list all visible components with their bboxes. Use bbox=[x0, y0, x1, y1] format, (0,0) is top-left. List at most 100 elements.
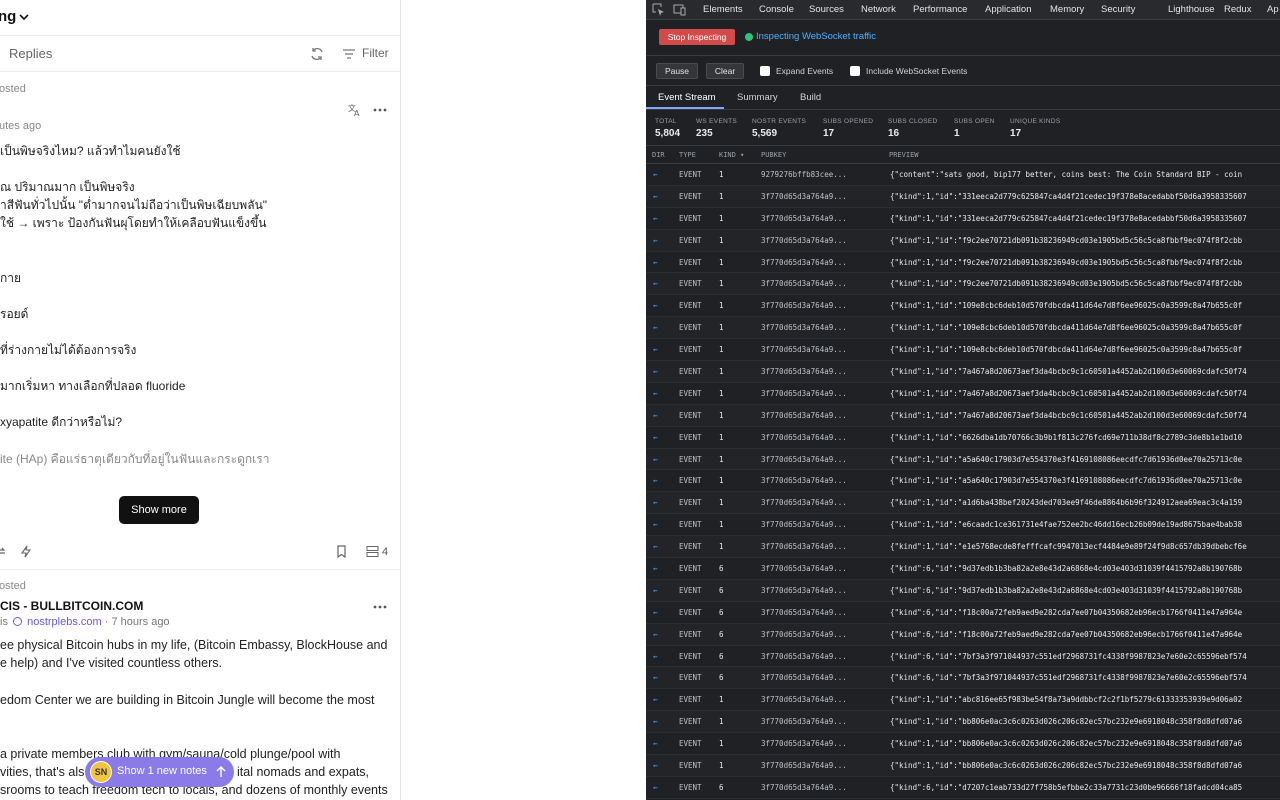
post-text-line: vities, that's als bbox=[0, 765, 85, 779]
event-row[interactable]: ← EVENT 1 3f770d65d3a764a9... {"kind":1,"id"… bbox=[646, 470, 1280, 493]
event-row[interactable]: ← EVENT 1 3f770d65d3a764a9... {"kind":1,"id"… bbox=[646, 755, 1280, 777]
clear-button[interactable]: Clear bbox=[706, 63, 744, 79]
tab-replies[interactable]: Replies bbox=[9, 46, 52, 61]
devtools-panel: Elements Console Sources Network Perform… bbox=[646, 0, 1280, 800]
event-row[interactable]: ← EVENT 1 3f770d65d3a764a9... {"kind":1,"id"… bbox=[646, 317, 1280, 340]
event-row[interactable]: ← EVENT 1 3f770d65d3a764a9... {"kind":1,"id"… bbox=[646, 339, 1280, 362]
tab-sources[interactable]: Sources bbox=[809, 4, 844, 15]
event-preview: {"kind":1,"id":"f9c2ee70721db091b3823694… bbox=[890, 257, 1243, 267]
col-preview[interactable]: PREVIEW bbox=[889, 151, 919, 159]
event-preview: {"kind":6,"id":"7bf3a3f971044937c551edf2… bbox=[890, 673, 1247, 683]
event-row[interactable]: ← EVENT 1 3f770d65d3a764a9... {"kind":1,"id"… bbox=[646, 404, 1280, 427]
event-row[interactable]: ← EVENT 1 3f770d65d3a764a9... {"kind":1,"id"… bbox=[646, 252, 1280, 274]
thread-icon[interactable] bbox=[366, 545, 379, 558]
direction-icon: ← bbox=[653, 782, 658, 792]
more-options-icon[interactable] bbox=[373, 605, 387, 609]
direction-icon: ← bbox=[653, 673, 658, 683]
event-preview: {"kind":1,"id":"109e8cbc6deb10d570fdbcda… bbox=[890, 323, 1243, 333]
translate-icon[interactable]: 文A bbox=[348, 103, 362, 117]
event-kind: 1 bbox=[719, 257, 724, 267]
tab-summary[interactable]: Summary bbox=[737, 92, 778, 103]
svg-text:A: A bbox=[354, 109, 360, 117]
event-row[interactable]: ← EVENT 6 3f770d65d3a764a9... {"kind":6,"id"… bbox=[646, 623, 1280, 646]
event-row[interactable]: ← EVENT 1 3f770d65d3a764a9... {"kind":1,"id"… bbox=[646, 427, 1280, 449]
tab-overflow[interactable]: Ap bbox=[1267, 4, 1279, 15]
event-row[interactable]: ← EVENT 1 3f770d65d3a764a9... {"kind":1,"id"… bbox=[646, 492, 1280, 515]
tab-elements[interactable]: Elements bbox=[703, 4, 743, 15]
stat-label: SUBS CLOSED bbox=[888, 118, 938, 125]
event-pubkey: 3f770d65d3a764a9... bbox=[761, 695, 847, 705]
more-options-icon[interactable] bbox=[373, 108, 387, 112]
zap-icon[interactable] bbox=[20, 545, 33, 558]
event-row[interactable]: ← EVENT 6 3f770d65d3a764a9... {"kind":6,"id"… bbox=[646, 667, 1280, 690]
event-row[interactable]: ← EVENT 1 3f770d65d3a764a9... {"kind":1,"id"… bbox=[646, 208, 1280, 230]
tab-event-stream[interactable]: Event Stream bbox=[658, 92, 716, 103]
event-row[interactable]: ← EVENT 1 3f770d65d3a764a9... {"kind":1,"id"… bbox=[646, 229, 1280, 252]
event-row[interactable]: ← EVENT 6 3f770d65d3a764a9... {"kind":6,"id"… bbox=[646, 602, 1280, 624]
event-row[interactable]: ← EVENT 1 3f770d65d3a764a9... {"kind":1,"id"… bbox=[646, 514, 1280, 537]
device-toggle-icon[interactable] bbox=[673, 3, 686, 16]
event-row[interactable]: ← EVENT 1 3f770d65d3a764a9... {"kind":1,"id"… bbox=[646, 536, 1280, 559]
tab-lighthouse[interactable]: Lighthouse bbox=[1168, 4, 1214, 15]
bookmark-icon[interactable] bbox=[335, 545, 348, 558]
event-kind: 1 bbox=[719, 717, 724, 727]
event-row[interactable]: ← EVENT 1 3f770d65d3a764a9... {"kind":1,"id"… bbox=[646, 295, 1280, 318]
col-kind[interactable]: KIND ▾ bbox=[719, 151, 744, 159]
direction-icon: ← bbox=[653, 213, 658, 223]
tab-application[interactable]: Application bbox=[985, 4, 1031, 15]
tab-memory[interactable]: Memory bbox=[1050, 4, 1084, 15]
subtabs: Event Stream Summary Build bbox=[646, 86, 1280, 110]
expand-events-checkbox[interactable] bbox=[760, 66, 770, 76]
event-type: EVENT bbox=[679, 323, 702, 333]
tab-performance[interactable]: Performance bbox=[913, 4, 967, 15]
event-row[interactable]: ← EVENT 1 3f770d65d3a764a9... {"kind":1,"id"… bbox=[646, 383, 1280, 405]
col-dir[interactable]: DIR bbox=[652, 151, 665, 159]
filter-button[interactable]: Filter bbox=[362, 46, 389, 60]
stat-label: TOTAL bbox=[655, 118, 677, 125]
filter-icon[interactable] bbox=[342, 47, 356, 61]
tab-console[interactable]: Console bbox=[759, 4, 794, 15]
direction-icon: ← bbox=[653, 564, 658, 574]
event-pubkey: 3f770d65d3a764a9... bbox=[761, 782, 847, 792]
stat-value: 1 bbox=[954, 128, 960, 139]
post-text-line: เป็นพิษจริงไหม? แล้วทำไมคนยังใช้ bbox=[0, 144, 181, 158]
event-kind: 1 bbox=[719, 170, 724, 179]
feed-title[interactable]: ng bbox=[0, 8, 16, 25]
nip05-link[interactable]: nostrplebs.com bbox=[27, 616, 102, 628]
show-new-notes-button[interactable]: SN Show 1 new notes bbox=[85, 757, 234, 787]
event-row[interactable]: ← EVENT 6 3f770d65d3a764a9... {"kind":6,"id"… bbox=[646, 579, 1280, 602]
event-pubkey: 3f770d65d3a764a9... bbox=[761, 564, 847, 574]
event-row[interactable]: ← EVENT 1 3f770d65d3a764a9... {"kind":1,"id"… bbox=[646, 733, 1280, 756]
author-name[interactable]: CIS - BULLBITCOIN.COM bbox=[0, 599, 143, 613]
event-row[interactable]: ← EVENT 6 3f770d65d3a764a9... {"kind":6,"id"… bbox=[646, 646, 1280, 668]
event-row[interactable]: ← EVENT 6 3f770d65d3a764a9... {"kind":6,"id"… bbox=[646, 777, 1280, 799]
show-more-button[interactable]: Show more bbox=[119, 496, 199, 524]
tab-redux[interactable]: Redux bbox=[1224, 4, 1251, 15]
event-row[interactable]: ← EVENT 6 3f770d65d3a764a9... {"kind":6,"id"… bbox=[646, 558, 1280, 580]
tab-security[interactable]: Security bbox=[1101, 4, 1135, 15]
tab-build[interactable]: Build bbox=[800, 92, 821, 103]
event-row[interactable]: ← EVENT 1 3f770d65d3a764a9... {"kind":1,"id"… bbox=[646, 448, 1280, 471]
refresh-icon[interactable] bbox=[309, 46, 325, 62]
event-row[interactable]: ← EVENT 1 3f770d65d3a764a9... {"kind":1,"id"… bbox=[646, 361, 1280, 383]
repost-icon[interactable] bbox=[0, 545, 7, 558]
event-preview: {"kind":1,"id":"bb806e0ac3c6c0263d026c20… bbox=[890, 739, 1243, 749]
event-row[interactable]: ← EVENT 1 3f770d65d3a764a9... {"kind":1,"id"… bbox=[646, 711, 1280, 734]
event-row[interactable]: ← EVENT 1 3f770d65d3a764a9... {"kind":1,"id"… bbox=[646, 185, 1280, 208]
devtools-tabbar: Elements Console Sources Network Perform… bbox=[646, 0, 1280, 20]
stop-inspecting-button[interactable]: Stop Inspecting bbox=[659, 29, 735, 45]
direction-icon: ← bbox=[653, 454, 658, 464]
event-row[interactable]: ← EVENT 1 9279276bffb83cee... {"content":"sa… bbox=[646, 164, 1280, 186]
event-kind: 6 bbox=[719, 673, 724, 683]
event-pubkey: 3f770d65d3a764a9... bbox=[761, 279, 847, 289]
event-row[interactable]: ← EVENT 1 3f770d65d3a764a9... {"kind":1,"id"… bbox=[646, 273, 1280, 296]
pause-button[interactable]: Pause bbox=[656, 63, 698, 79]
event-pubkey: 3f770d65d3a764a9... bbox=[761, 607, 847, 617]
col-type[interactable]: TYPE bbox=[679, 151, 696, 159]
tab-network[interactable]: Network bbox=[861, 4, 896, 15]
col-pubkey[interactable]: PUBKEY bbox=[761, 151, 786, 159]
inspect-element-icon[interactable] bbox=[652, 3, 665, 16]
include-ws-checkbox[interactable] bbox=[850, 66, 860, 76]
chevron-down-icon[interactable] bbox=[18, 11, 30, 23]
event-row[interactable]: ← EVENT 1 3f770d65d3a764a9... {"kind":1,"id"… bbox=[646, 689, 1280, 712]
